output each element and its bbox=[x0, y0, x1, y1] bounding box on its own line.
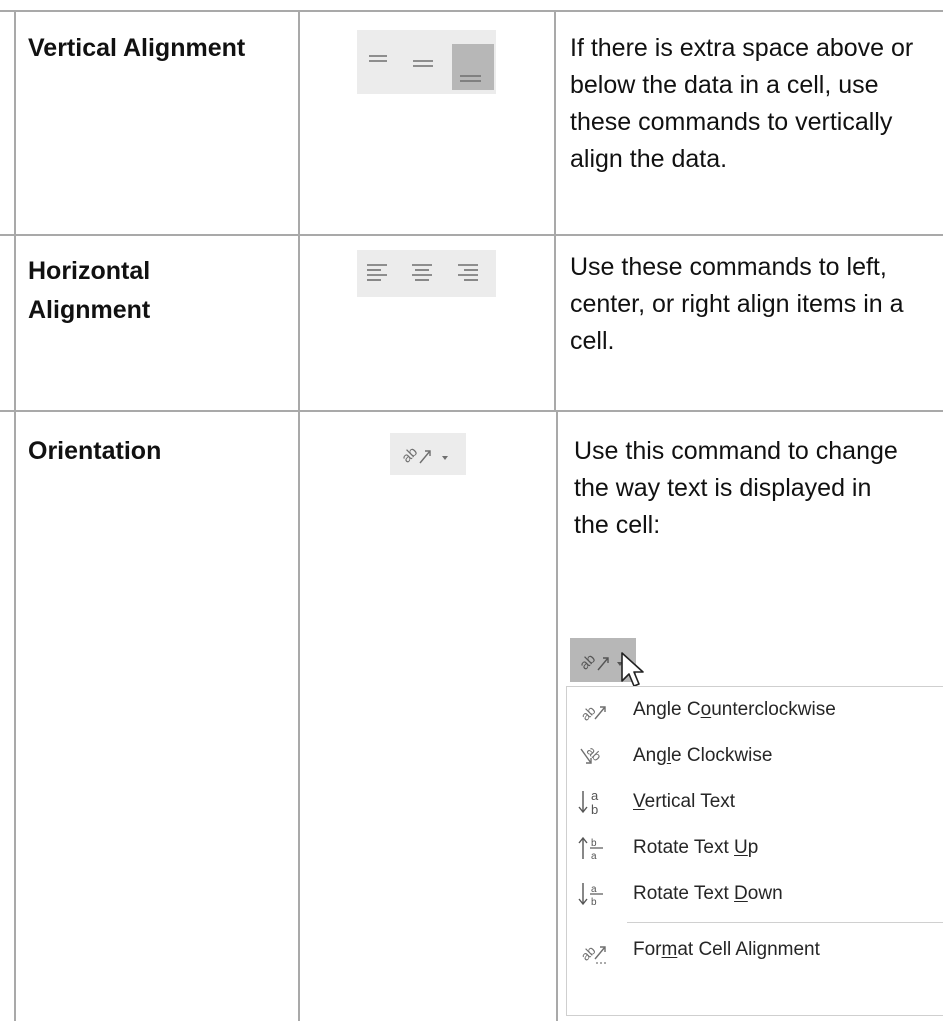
rotate-text-up-icon: b a bbox=[578, 836, 603, 862]
row-divider bbox=[0, 234, 943, 236]
align-top-icon[interactable] bbox=[369, 55, 387, 62]
align-right-icon[interactable] bbox=[458, 264, 478, 281]
angle-clockwise-icon: ab bbox=[580, 743, 605, 764]
orientation-dropdown-menu: ab Angle Counterclockwise ab Angle Clock… bbox=[566, 686, 943, 1016]
column-divider bbox=[556, 412, 558, 1021]
menu-item-label: Angle Counterclockwise bbox=[633, 699, 836, 720]
menu-item-angle-clockwise[interactable]: ab Angle Clockwise bbox=[567, 733, 943, 779]
menu-separator bbox=[627, 922, 943, 923]
menu-item-angle-counterclockwise[interactable]: ab Angle Counterclockwise bbox=[567, 687, 943, 733]
svg-text:ab: ab bbox=[576, 650, 598, 672]
orientation-icon: ab bbox=[576, 650, 609, 673]
orientation-button[interactable]: ab bbox=[390, 433, 466, 475]
svg-text:ab: ab bbox=[398, 443, 420, 465]
align-left-icon[interactable] bbox=[367, 264, 387, 281]
dropdown-arrow-icon bbox=[442, 456, 448, 460]
angle-counterclockwise-icon: ab bbox=[578, 703, 606, 724]
column-divider bbox=[554, 10, 556, 412]
svg-text:b: b bbox=[591, 802, 598, 817]
svg-text:b: b bbox=[591, 897, 597, 908]
mouse-cursor-icon bbox=[621, 652, 644, 687]
horizontal-alignment-label-line1: Horizontal bbox=[28, 257, 151, 285]
menu-item-format-cell-alignment[interactable]: ab Format Cell Alignment bbox=[567, 927, 943, 973]
menu-item-rotate-text-down[interactable]: a b Rotate Text Down bbox=[567, 871, 943, 917]
svg-text:a: a bbox=[591, 884, 597, 895]
horizontal-alignment-label-line2: Alignment bbox=[28, 296, 151, 324]
menu-item-label: Angle Clockwise bbox=[633, 745, 773, 766]
horizontal-alignment-description: Use these commands to left, center, or r… bbox=[570, 253, 904, 355]
svg-text:ab: ab bbox=[584, 743, 605, 764]
align-middle-icon[interactable] bbox=[413, 60, 433, 67]
align-center-icon[interactable] bbox=[412, 264, 432, 281]
orientation-label: Orientation bbox=[28, 437, 162, 465]
menu-item-rotate-text-up[interactable]: b a Rotate Text Up bbox=[567, 825, 943, 871]
menu-item-label: Vertical Text bbox=[633, 791, 736, 812]
svg-text:a: a bbox=[591, 851, 597, 862]
orientation-description: Use this command to change the way text … bbox=[574, 437, 898, 539]
vertical-alignment-description: If there is extra space above or below t… bbox=[570, 34, 914, 173]
menu-item-label: Rotate Text Up bbox=[633, 837, 759, 858]
align-bottom-icon[interactable] bbox=[460, 75, 481, 82]
table-top-border bbox=[0, 10, 943, 12]
row-divider bbox=[0, 410, 943, 412]
svg-text:ab: ab bbox=[578, 703, 599, 724]
column-divider bbox=[298, 10, 300, 1021]
vertical-alignment-label: Vertical Alignment bbox=[28, 34, 246, 62]
rotate-text-down-icon: a b bbox=[578, 883, 603, 908]
menu-item-vertical-text[interactable]: a b Vertical Text bbox=[567, 779, 943, 825]
menu-item-label: Format Cell Alignment bbox=[633, 939, 820, 960]
format-cell-alignment-icon: ab bbox=[578, 943, 606, 964]
svg-text:ab: ab bbox=[578, 943, 599, 964]
orientation-icon: ab bbox=[398, 443, 431, 466]
menu-item-label: Rotate Text Down bbox=[633, 883, 783, 904]
svg-text:a: a bbox=[591, 788, 599, 803]
vertical-text-icon: a b bbox=[578, 788, 599, 817]
column-divider bbox=[14, 10, 16, 1021]
svg-text:b: b bbox=[591, 838, 597, 849]
